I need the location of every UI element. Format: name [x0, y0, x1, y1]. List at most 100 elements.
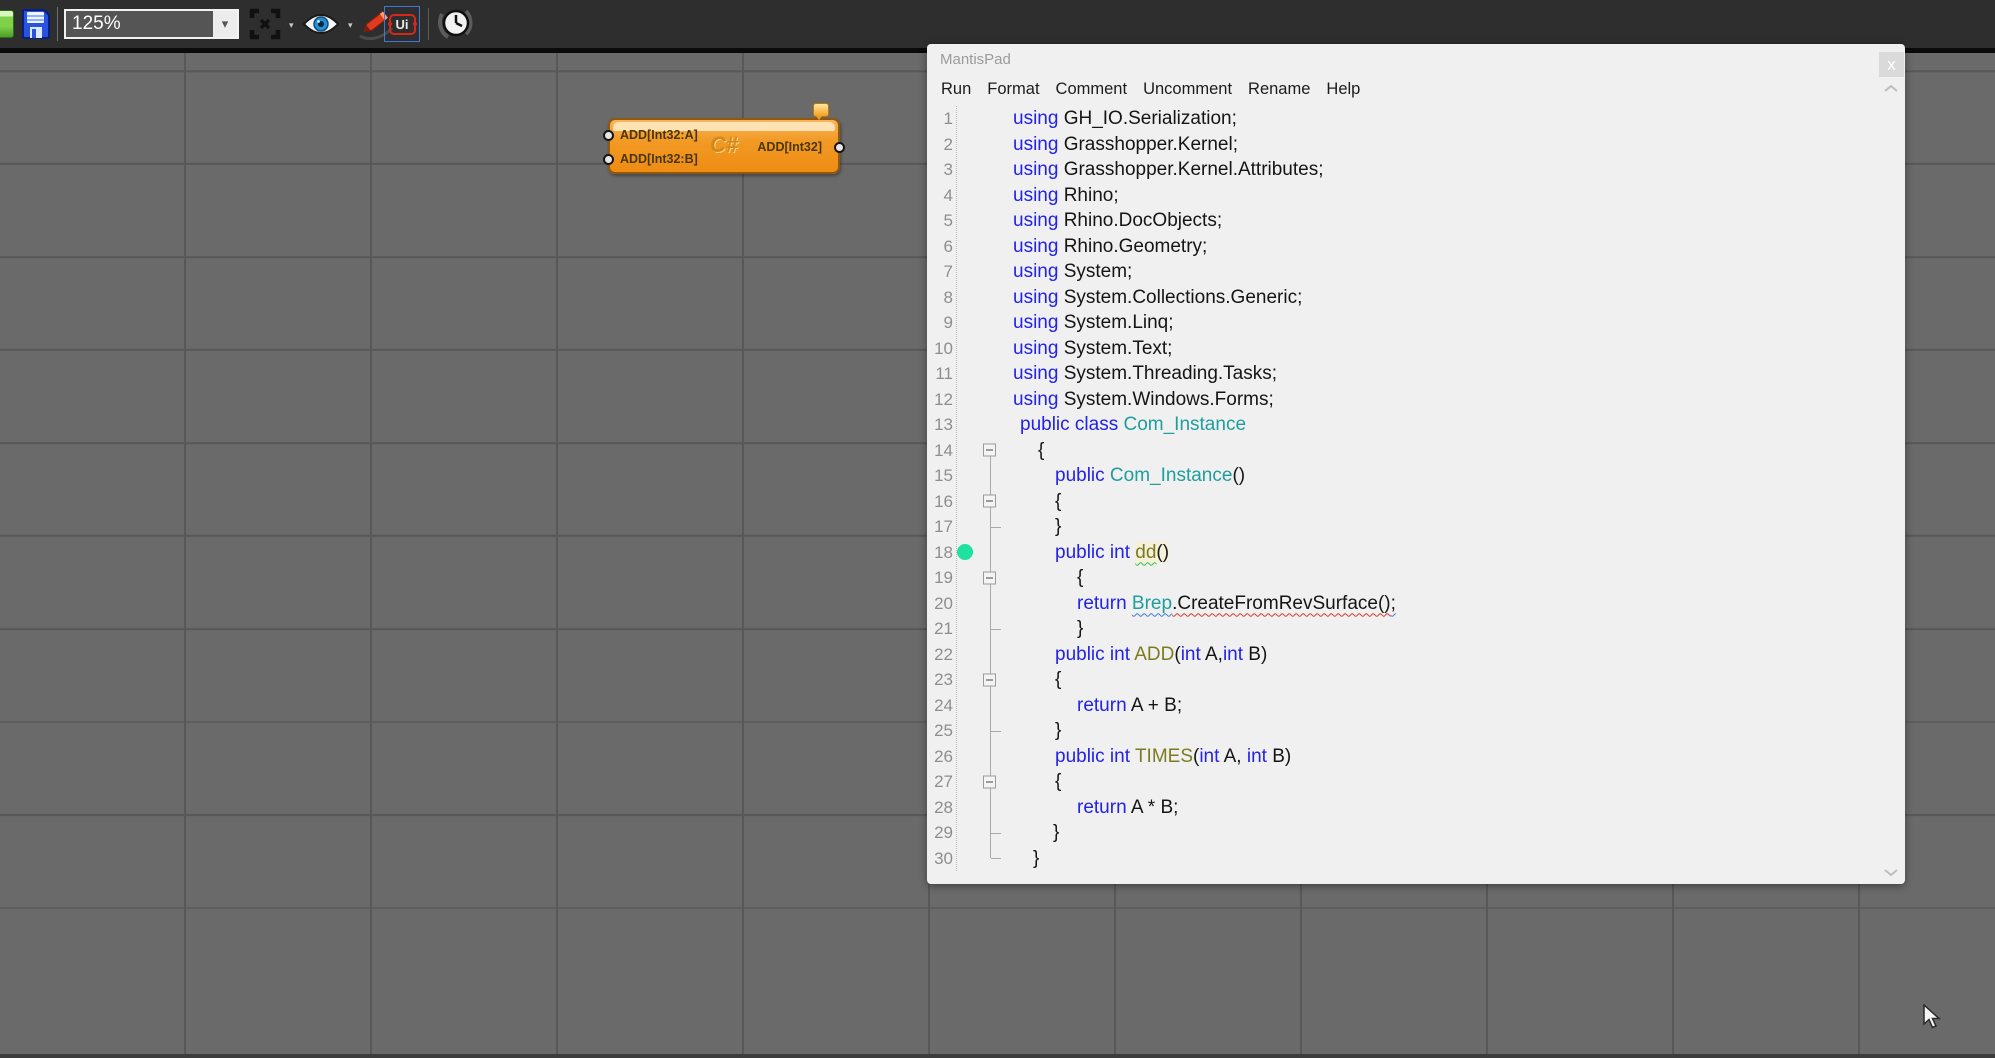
code-line[interactable]: 8using System.Collections.Generic; [927, 285, 1891, 311]
menu-format[interactable]: Format [987, 80, 1039, 99]
fold-gutter[interactable] [953, 157, 1011, 183]
code-line[interactable]: 11using System.Threading.Tasks; [927, 361, 1891, 387]
fold-gutter[interactable] [953, 514, 1011, 540]
fold-gutter[interactable] [953, 795, 1011, 821]
close-button[interactable]: x [1879, 52, 1904, 77]
breakpoint-dot[interactable] [957, 544, 973, 560]
save-icon[interactable] [21, 8, 51, 40]
code-text[interactable]: using GH_IO.Serialization; [1011, 106, 1891, 132]
fold-gutter[interactable] [953, 463, 1011, 489]
zoom-level-select[interactable]: 125% ▾ [64, 9, 239, 39]
fold-toggle-icon[interactable] [983, 673, 996, 686]
fold-toggle-icon[interactable] [983, 444, 996, 457]
code-text[interactable]: { [1011, 769, 1891, 795]
fold-gutter[interactable] [953, 259, 1011, 285]
code-text[interactable]: { [1011, 667, 1891, 693]
message-balloon-icon[interactable] [813, 103, 829, 117]
fold-gutter[interactable] [953, 565, 1011, 591]
fold-gutter[interactable] [953, 234, 1011, 260]
fold-gutter[interactable] [953, 310, 1011, 336]
code-line[interactable]: 20return Brep.CreateFromRevSurface(); [927, 591, 1891, 617]
code-text[interactable]: { [1011, 438, 1891, 464]
code-text[interactable]: { [1011, 565, 1891, 591]
code-line[interactable]: 28return A * B; [927, 795, 1891, 821]
code-line[interactable]: 21} [927, 616, 1891, 642]
fold-gutter[interactable] [953, 132, 1011, 158]
chevron-down-icon[interactable]: ▾ [289, 20, 294, 31]
code-line[interactable]: 6using Rhino.Geometry; [927, 234, 1891, 260]
mantispad-window[interactable]: MantisPad x Run Format Comment Uncomment… [927, 44, 1905, 884]
zoom-extents-icon[interactable] [248, 7, 282, 41]
code-text[interactable]: using Rhino.Geometry; [1011, 234, 1891, 260]
fold-toggle-icon[interactable] [983, 571, 996, 584]
fold-gutter[interactable] [953, 438, 1011, 464]
fold-gutter[interactable] [953, 208, 1011, 234]
code-text[interactable]: return A * B; [1011, 795, 1891, 821]
code-line[interactable]: 5using Rhino.DocObjects; [927, 208, 1891, 234]
code-text[interactable]: public class Com_Instance [1011, 412, 1891, 438]
fold-gutter[interactable] [953, 591, 1011, 617]
code-text[interactable]: using System; [1011, 259, 1891, 285]
code-line[interactable]: 27{ [927, 769, 1891, 795]
code-line[interactable]: 23{ [927, 667, 1891, 693]
code-text[interactable]: using Grasshopper.Kernel; [1011, 132, 1891, 158]
fold-gutter[interactable] [953, 387, 1011, 413]
fold-gutter[interactable] [953, 693, 1011, 719]
code-text[interactable]: } [1011, 846, 1891, 872]
menu-run[interactable]: Run [941, 80, 971, 99]
history-clock-icon[interactable] [436, 6, 474, 42]
code-line[interactable]: 9using System.Linq; [927, 310, 1891, 336]
code-text[interactable]: using System.Threading.Tasks; [1011, 361, 1891, 387]
code-text[interactable]: using Rhino; [1011, 183, 1891, 209]
code-text[interactable]: public int dd() [1011, 540, 1891, 566]
code-line[interactable]: 19{ [927, 565, 1891, 591]
code-text[interactable]: public int ADD(int A,int B) [1011, 642, 1891, 668]
fold-gutter[interactable] [953, 667, 1011, 693]
code-text[interactable]: public int TIMES(int A, int B) [1011, 744, 1891, 770]
code-text[interactable]: return A + B; [1011, 693, 1891, 719]
code-line[interactable]: 14{ [927, 438, 1891, 464]
fold-gutter[interactable] [953, 642, 1011, 668]
code-line[interactable]: 3using Grasshopper.Kernel.Attributes; [927, 157, 1891, 183]
code-line[interactable]: 10using System.Text; [927, 336, 1891, 362]
chevron-down-icon[interactable]: ▾ [213, 11, 237, 37]
code-line[interactable]: 7using System; [927, 259, 1891, 285]
code-text[interactable]: using System.Windows.Forms; [1011, 387, 1891, 413]
code-line[interactable]: 12using System.Windows.Forms; [927, 387, 1891, 413]
code-line[interactable]: 16{ [927, 489, 1891, 515]
code-line[interactable]: 30} [927, 846, 1891, 872]
code-area[interactable]: 1using GH_IO.Serialization;2using Grassh… [927, 106, 1891, 871]
fold-gutter[interactable] [953, 361, 1011, 387]
menu-help[interactable]: Help [1326, 80, 1360, 99]
code-text[interactable]: using System.Linq; [1011, 310, 1891, 336]
code-text[interactable]: } [1011, 820, 1891, 846]
code-text[interactable]: } [1011, 616, 1891, 642]
fold-gutter[interactable] [953, 489, 1011, 515]
fold-gutter[interactable] [953, 718, 1011, 744]
code-line[interactable]: 22public int ADD(int A,int B) [927, 642, 1891, 668]
csharp-add-component[interactable]: ADD[Int32:A] ADD[Int32:B] C# ADD[Int32] [608, 118, 840, 174]
preview-eye-icon[interactable] [302, 12, 340, 36]
code-text[interactable]: } [1011, 514, 1891, 540]
fold-gutter[interactable] [953, 846, 1011, 872]
fold-toggle-icon[interactable] [983, 495, 996, 508]
fold-gutter[interactable] [953, 744, 1011, 770]
output-connector[interactable] [834, 142, 845, 153]
code-text[interactable]: using System.Collections.Generic; [1011, 285, 1891, 311]
fold-gutter[interactable] [953, 106, 1011, 132]
code-line[interactable]: 1using GH_IO.Serialization; [927, 106, 1891, 132]
code-line[interactable]: 29} [927, 820, 1891, 846]
menu-uncomment[interactable]: Uncomment [1143, 80, 1232, 99]
code-line[interactable]: 18public int dd() [927, 540, 1891, 566]
code-text[interactable]: using Grasshopper.Kernel.Attributes; [1011, 157, 1891, 183]
fold-gutter[interactable] [953, 540, 1011, 566]
new-document-icon[interactable] [0, 10, 14, 38]
fold-gutter[interactable] [953, 183, 1011, 209]
input-a-connector[interactable] [603, 130, 614, 141]
code-text[interactable]: public Com_Instance() [1011, 463, 1891, 489]
menu-comment[interactable]: Comment [1056, 80, 1128, 99]
fold-toggle-icon[interactable] [983, 775, 996, 788]
ui-tool-button[interactable]: Ui [384, 6, 420, 42]
code-line[interactable]: 4using Rhino; [927, 183, 1891, 209]
code-text[interactable]: } [1011, 718, 1891, 744]
